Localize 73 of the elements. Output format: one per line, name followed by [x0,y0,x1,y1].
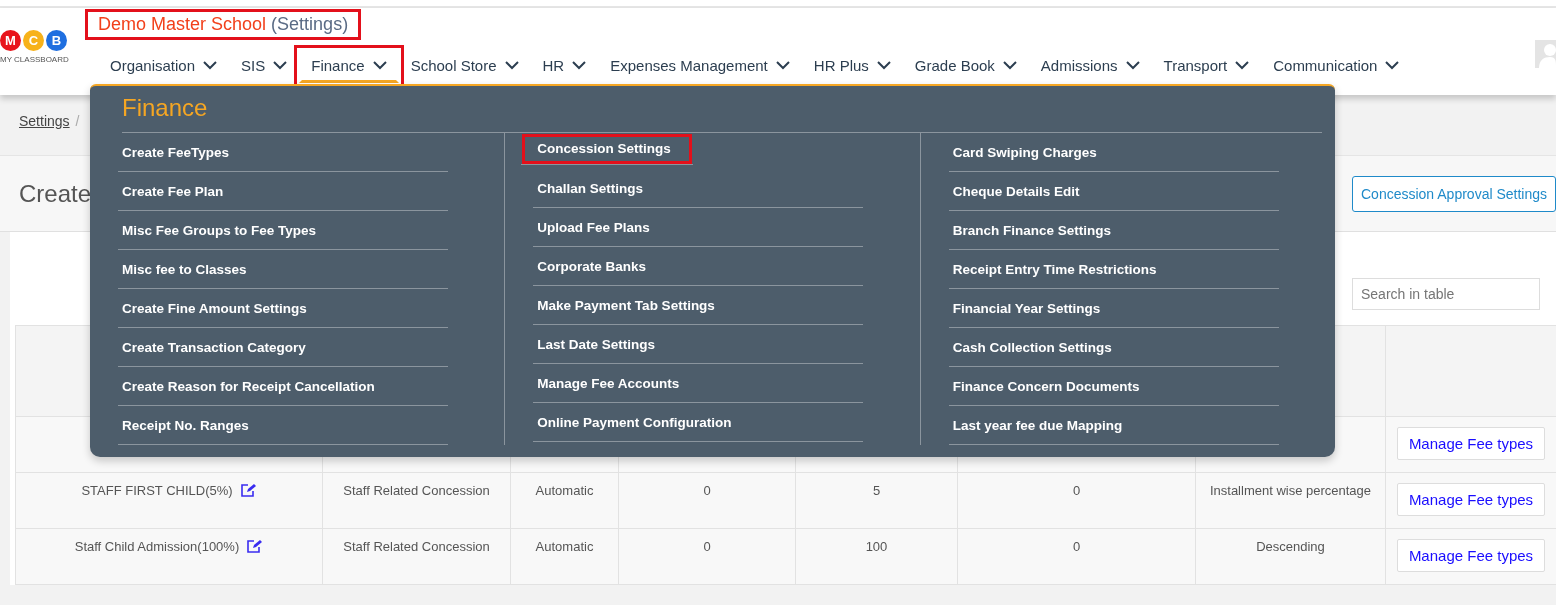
nav-menu-item[interactable]: Grade Book [902,50,1029,83]
chevron-down-icon [876,61,891,70]
menu-item[interactable]: Misc fee to Classes [118,250,448,289]
nav-menu-item[interactable]: Admissions [1028,50,1152,83]
breadcrumb-link[interactable]: Settings [19,113,70,135]
chevron-down-icon [372,61,387,70]
menu-item[interactable]: Cheque Details Edit [948,172,1279,211]
manage-fee-types-button[interactable]: Manage Fee types [1396,483,1546,516]
nav-menu-item[interactable]: Transport [1151,50,1262,83]
menu-item[interactable]: Cash Collection Settings [948,328,1279,367]
page-heading: Create [19,179,92,208]
table-cell: 5 [872,483,881,498]
menu-item[interactable]: Create Transaction Category [118,328,448,367]
menu-item[interactable]: Finance Concern Documents [948,367,1279,406]
table-cell: 0 [703,539,711,554]
menu-item[interactable]: Make Payment Tab Settings [533,286,864,325]
menu-item[interactable]: Card Swiping Charges [948,133,1279,172]
menu-item[interactable]: Challan Settings [533,169,864,208]
logo-caption: MY CLASSBOARD [0,55,69,64]
table-cell: Installment wise percentage [1209,483,1372,498]
menu-item[interactable]: Concession Settings [521,133,694,165]
chevron-down-icon [1002,61,1017,70]
chevron-down-icon [504,61,519,70]
table-cell: 100 [865,539,888,554]
chevron-down-icon [1385,61,1400,70]
table-cell: 0 [703,483,711,498]
menu-item[interactable]: Misc Fee Groups to Fee Types [118,211,448,250]
breadcrumb-separator: / [75,113,80,131]
chevron-down-icon [775,61,790,70]
menu-item[interactable]: Create Fee Plan [118,172,448,211]
table-cell: Staff Related Concession [343,483,490,498]
menu-item[interactable]: Create Fine Amount Settings [118,289,448,328]
menu-item[interactable]: Corporate Banks [533,247,864,286]
edit-icon[interactable] [240,483,257,498]
chevron-down-icon [1235,61,1250,70]
table-cell: 0 [1072,539,1081,554]
menu-item[interactable]: Receipt Entry Time Restrictions [948,250,1279,289]
menu-item[interactable]: Create Reason for Receipt Cancellation [118,367,448,406]
manage-fee-types-button[interactable]: Manage Fee types [1396,427,1546,460]
table-cell: Automatic [535,539,594,554]
nav-menu-item[interactable]: Communication [1261,50,1412,83]
approval-settings-button[interactable]: Concession Approval Settings [1352,175,1556,212]
table-cell: 0 [1072,483,1081,498]
nav-menu-item[interactable]: Expenses Management [598,50,802,83]
nav-menu-item[interactable]: School Store [398,50,531,83]
chevron-down-icon [273,61,288,70]
nav-menu-item[interactable]: Organisation [98,50,230,83]
menu-item[interactable]: Create FeeTypes [118,133,448,172]
menu-item[interactable]: Last Date Settings [533,325,864,364]
menu-item[interactable]: Receipt No. Ranges [118,406,448,445]
nav-menu-item[interactable]: Finance [299,50,399,83]
table-cell: Automatic [535,483,594,498]
menu-item[interactable]: Financial Year Settings [948,289,1279,328]
nav-menu-item[interactable]: HR [530,50,599,83]
table-cell: STAFF FIRST CHILD(5%) [81,483,233,498]
manage-fee-types-button[interactable]: Manage Fee types [1396,539,1546,572]
chevron-down-icon [572,61,587,70]
menu-item[interactable]: Online Payment Configuration [533,403,864,442]
menu-item[interactable]: Manage Fee Accounts [533,364,864,403]
chevron-down-icon [203,61,218,70]
table-cell: Staff Related Concession [343,539,490,554]
menu-item[interactable]: Upload Fee Plans [533,208,864,247]
nav-menu-item[interactable]: SIS [229,50,300,83]
table-cell: Staff Child Admission(100%) [74,539,240,554]
menu-item[interactable]: Branch Finance Settings [948,211,1279,250]
menu-title: Finance [122,94,209,122]
menu-item[interactable]: Last year fee due Mapping [948,406,1279,445]
edit-icon[interactable] [247,539,264,554]
school-title: Demo Master School (Settings) [85,9,362,40]
chevron-down-icon [1125,61,1140,70]
search-field[interactable]: Search in table [1352,278,1540,310]
nav-menu-item[interactable]: HR Plus [801,50,903,83]
table-cell: Descending [1256,539,1325,554]
